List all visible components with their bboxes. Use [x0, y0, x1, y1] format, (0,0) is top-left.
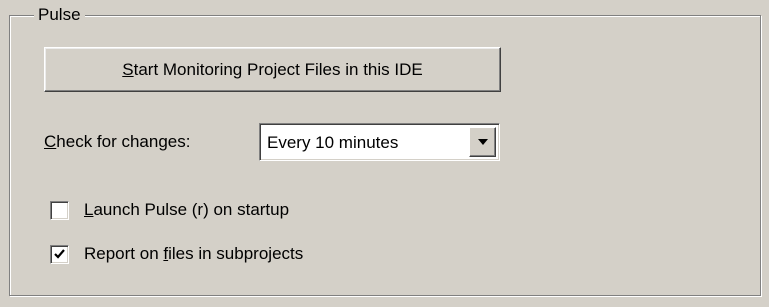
check-interval-value: Every 10 minutes — [267, 133, 399, 152]
report-subprojects-checkbox[interactable] — [50, 244, 69, 264]
launch-on-startup-label[interactable]: Launch Pulse (r) on startup — [84, 199, 289, 221]
report-subprojects-option[interactable]: Report on files in subprojects — [50, 243, 303, 265]
start-monitoring-label: tart Monitoring Project Files in this ID… — [133, 59, 423, 79]
launch-on-startup-checkbox[interactable] — [50, 200, 69, 220]
check-for-changes-label: Check for changes: — [44, 131, 190, 153]
report-subprojects-label[interactable]: Report on files in subprojects — [84, 243, 303, 265]
start-monitoring-button[interactable]: Start Monitoring Project Files in this I… — [44, 47, 501, 92]
launch-on-startup-option[interactable]: Launch Pulse (r) on startup — [50, 199, 289, 221]
check-interval-select[interactable]: Every 10 minutes — [259, 123, 500, 161]
checkmark-icon — [54, 248, 65, 259]
groupbox-title: Pulse — [34, 4, 85, 26]
check-for-changes-accelerator: C — [44, 132, 57, 151]
check-for-changes-text: heck for changes: — [56, 132, 191, 151]
start-monitoring-accelerator: S — [122, 59, 134, 79]
dropdown-arrow-icon[interactable] — [469, 127, 496, 157]
